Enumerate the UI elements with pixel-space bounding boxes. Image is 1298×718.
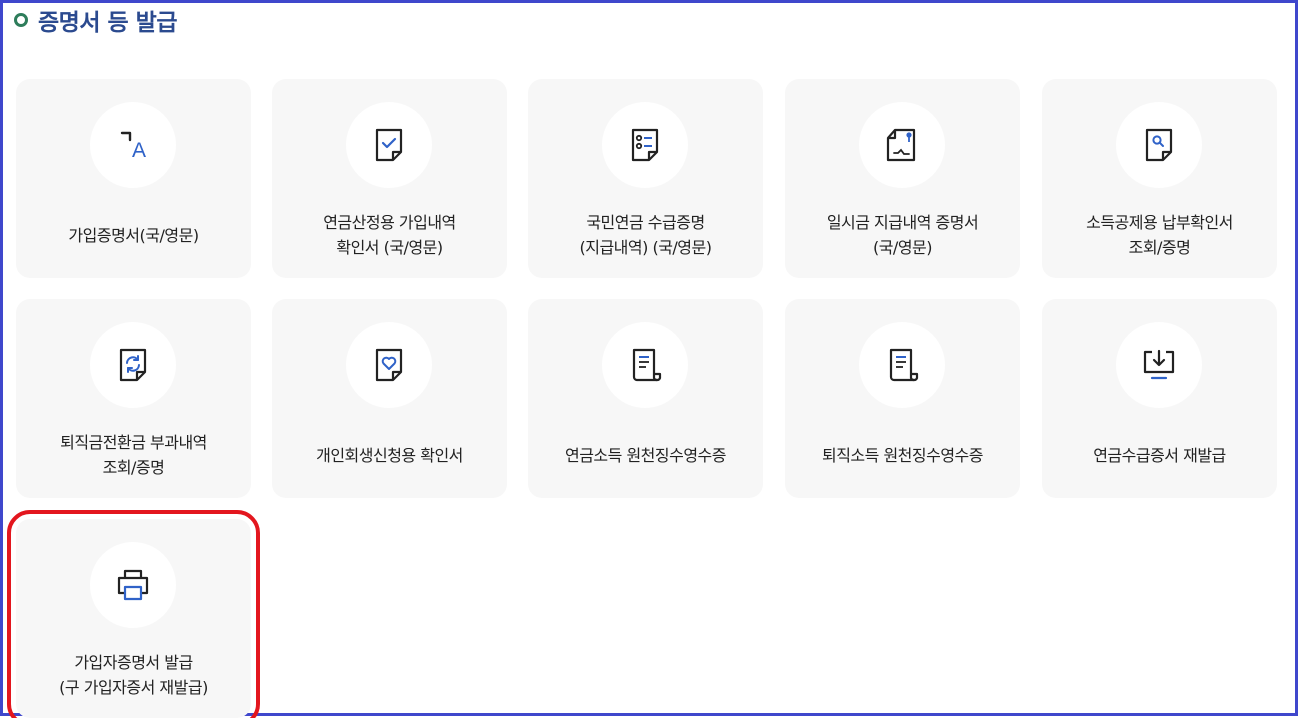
document-refresh-icon xyxy=(90,322,176,408)
language-icon: A xyxy=(90,102,176,188)
card-lump-sum-payment-certificate[interactable]: 일시금 지급내역 증명서 (국/영문) xyxy=(785,79,1020,278)
receipt-scroll-icon xyxy=(859,322,945,408)
svg-text:A: A xyxy=(132,139,146,162)
title-bullet-icon xyxy=(14,13,28,27)
section-header: 증명서 등 발급 xyxy=(14,4,177,36)
card-retirement-withholding-receipt[interactable]: 퇴직소득 원천징수영수증 xyxy=(785,299,1020,498)
card-label: 가입자증명서 발급 (구 가입자증서 재발급) xyxy=(59,653,208,697)
document-check-icon xyxy=(346,102,432,188)
card-pension-withholding-receipt[interactable]: 연금소득 원천징수영수증 xyxy=(528,299,763,498)
card-label: 연금산정용 가입내역 확인서 (국/영문) xyxy=(323,213,456,257)
receipt-scroll-icon xyxy=(602,322,688,408)
card-label: 연금수급증서 재발급 xyxy=(1093,445,1226,465)
card-membership-certificate[interactable]: A 가입증명서(국/영문) xyxy=(16,79,251,278)
card-retirement-conversion-history[interactable]: 퇴직금전환금 부과내역 조회/증명 xyxy=(16,299,251,498)
card-label: 일시금 지급내역 증명서 (국/영문) xyxy=(826,213,979,257)
printer-icon xyxy=(90,542,176,628)
card-label: 국민연금 수급증명 (지급내역) (국/영문) xyxy=(579,213,713,257)
card-label: 소득공제용 납부확인서 조회/증명 xyxy=(1086,213,1233,257)
card-pension-receipt-certificate[interactable]: 국민연금 수급증명 (지급내역) (국/영문) xyxy=(528,79,763,278)
card-label: 퇴직소득 원천징수영수증 xyxy=(821,445,984,465)
card-pension-certificate-reissue[interactable]: 연금수급증서 재발급 xyxy=(1042,299,1277,498)
card-pension-enrollment-history[interactable]: 연금산정용 가입내역 확인서 (국/영문) xyxy=(272,79,507,278)
card-label: 가입증명서(국/영문) xyxy=(68,225,199,245)
page-title: 증명서 등 발급 xyxy=(38,10,177,36)
document-signature-icon xyxy=(859,102,945,188)
card-label: 퇴직금전환금 부과내역 조회/증명 xyxy=(60,433,207,477)
monitor-download-icon xyxy=(1116,322,1202,408)
card-personal-rehabilitation[interactable]: 개인회생신청용 확인서 xyxy=(272,299,507,498)
document-search-icon xyxy=(1116,102,1202,188)
card-subscriber-certificate-issue[interactable]: 가입자증명서 발급 (구 가입자증서 재발급) xyxy=(7,510,260,718)
document-list-icon xyxy=(602,102,688,188)
card-label: 연금소득 원천징수영수증 xyxy=(564,445,727,465)
card-label: 개인회생신청용 확인서 xyxy=(316,445,463,465)
document-heart-icon xyxy=(346,322,432,408)
card-income-deduction-payment[interactable]: 소득공제용 납부확인서 조회/증명 xyxy=(1042,79,1277,278)
